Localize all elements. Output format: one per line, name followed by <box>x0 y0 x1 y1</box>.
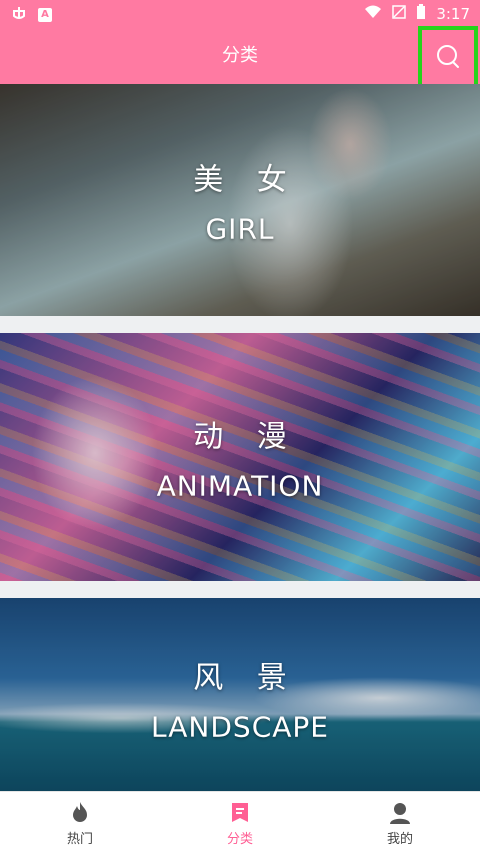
card-labels: 动 漫 ANIMATION <box>0 412 480 503</box>
notification-badge: A <box>38 8 52 22</box>
tab-label: 分类 <box>226 831 253 847</box>
status-right: 3:17 <box>364 4 470 24</box>
flame-icon <box>67 800 93 826</box>
tab-label: 我的 <box>386 831 413 847</box>
person-icon <box>387 800 413 826</box>
category-list: 美 女 GIRL 动 漫 ANIMATION 风 景 LANDSCAPE <box>0 84 480 791</box>
category-card-animation[interactable]: 动 漫 ANIMATION <box>0 333 480 581</box>
battery-icon <box>416 4 426 24</box>
status-bar: A 3:17 <box>0 0 480 28</box>
search-icon <box>434 43 462 75</box>
signal-icon <box>392 5 407 23</box>
category-card-girl[interactable]: 美 女 GIRL <box>0 84 480 316</box>
card-labels: 美 女 GIRL <box>0 155 480 246</box>
search-button[interactable] <box>418 26 478 92</box>
status-left: A <box>10 4 52 26</box>
category-en-label: LANDSCAPE <box>151 710 329 744</box>
category-en-label: ANIMATION <box>156 469 324 503</box>
bottom-nav: 热门 分类 我的 <box>0 791 480 854</box>
bug-icon <box>10 4 28 26</box>
card-labels: 风 景 LANDSCAPE <box>0 653 480 744</box>
app-header: 分类 <box>0 26 480 92</box>
category-cn-label: 风 景 <box>193 660 299 696</box>
page-title: 分类 <box>222 45 258 66</box>
wifi-icon <box>364 5 382 23</box>
category-cn-label: 美 女 <box>193 162 299 198</box>
status-time: 3:17 <box>436 5 470 23</box>
tab-hot[interactable]: 热门 <box>0 792 160 854</box>
category-card-landscape[interactable]: 风 景 LANDSCAPE <box>0 598 480 791</box>
tab-mine[interactable]: 我的 <box>320 792 480 854</box>
tab-label: 热门 <box>66 831 93 847</box>
bookmark-list-icon <box>227 800 253 826</box>
category-en-label: GIRL <box>205 212 275 246</box>
tab-category[interactable]: 分类 <box>160 792 320 854</box>
category-cn-label: 动 漫 <box>193 419 299 455</box>
